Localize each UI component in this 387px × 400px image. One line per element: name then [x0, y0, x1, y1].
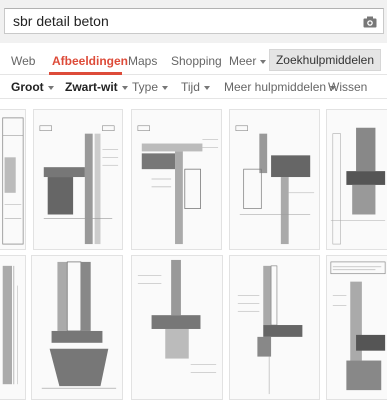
- chevron-down-icon: [203, 85, 210, 90]
- image-result[interactable]: [326, 255, 387, 400]
- image-result[interactable]: [131, 255, 223, 400]
- tab-maps[interactable]: Maps: [128, 54, 157, 68]
- search-bar[interactable]: sbr detail beton: [4, 8, 384, 34]
- filter-size[interactable]: Groot: [11, 80, 54, 94]
- tab-more[interactable]: Meer: [229, 54, 267, 68]
- camera-icon[interactable]: [363, 15, 377, 28]
- image-result[interactable]: [33, 109, 123, 250]
- tab-images[interactable]: Afbeeldingen: [52, 54, 128, 68]
- chevron-down-icon: [162, 85, 169, 90]
- tab-more-label: Meer: [229, 54, 257, 68]
- image-result[interactable]: [131, 109, 222, 250]
- image-result[interactable]: [326, 109, 387, 250]
- filter-type[interactable]: Type: [132, 80, 169, 94]
- image-result[interactable]: [229, 255, 320, 400]
- filter-color-label: Zwart-wit: [65, 80, 118, 94]
- filter-time-label: Tijd: [181, 80, 200, 94]
- chevron-down-icon: [260, 59, 267, 64]
- filter-color[interactable]: Zwart-wit: [65, 80, 128, 94]
- filter-more-tools[interactable]: Meer hulpmiddelen: [224, 80, 337, 94]
- filter-clear[interactable]: Wissen: [328, 80, 367, 94]
- image-result[interactable]: [0, 109, 26, 250]
- filter-more-tools-label: Meer hulpmiddelen: [224, 80, 327, 94]
- tab-web[interactable]: Web: [11, 54, 35, 68]
- chevron-down-icon: [121, 85, 128, 90]
- filter-type-label: Type: [132, 80, 159, 94]
- image-result[interactable]: [229, 109, 320, 250]
- image-result[interactable]: [0, 255, 26, 400]
- tab-shopping[interactable]: Shopping: [171, 54, 222, 68]
- search-input[interactable]: sbr detail beton: [13, 13, 109, 29]
- filter-time[interactable]: Tijd: [181, 80, 210, 94]
- image-result[interactable]: [31, 255, 123, 400]
- search-tools-bar: Groot Zwart-wit Type Tijd Meer hulpmidde…: [0, 75, 387, 99]
- filter-size-label: Groot: [11, 80, 44, 94]
- search-tools-button[interactable]: Zoekhulpmiddelen: [269, 49, 381, 71]
- chevron-down-icon: [47, 85, 54, 90]
- image-search-page: sbr detail beton Web Afbeeldingen Maps S…: [0, 0, 387, 400]
- image-results-grid: [0, 99, 387, 400]
- search-tabs: Web Afbeeldingen Maps Shopping Meer Zoek…: [0, 43, 387, 75]
